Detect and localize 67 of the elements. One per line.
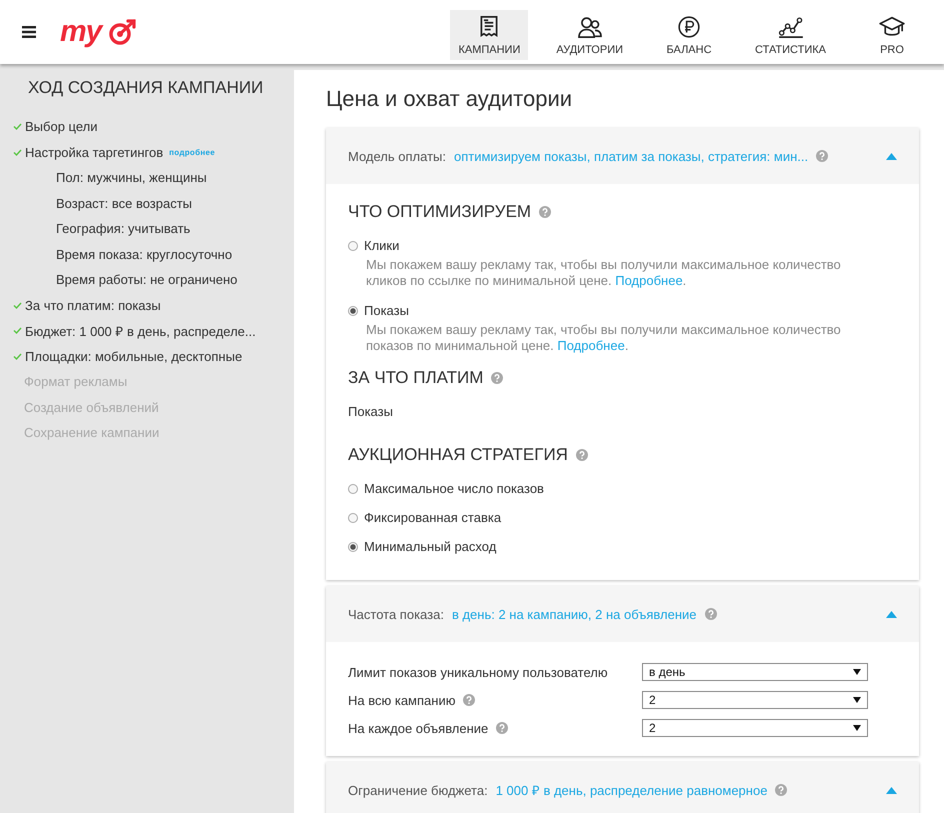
radio-button[interactable] <box>348 240 358 250</box>
targeting-summary: Пол: мужчины, женщины <box>55 169 208 187</box>
option-label: Показы <box>364 303 409 318</box>
radio-button[interactable] <box>348 484 358 494</box>
option-label: Минимальный расход <box>364 539 496 554</box>
option-description: Мы покажем вашу рекламу так, чтобы вы получили максимальное количество кликов по ссылке по минимальной цене. Подробнее. <box>366 257 842 289</box>
section-header[interactable]: Модель оплаты: оптимизируем показы, платим за показы, стратегия: мин... <box>326 128 919 184</box>
caret-icon <box>853 725 861 731</box>
option-description: Мы покажем вашу рекламу так, чтобы вы получили максимальное количество показов по минимальной цене. Подробнее. <box>366 322 842 354</box>
progress-step: Формат рекламы <box>24 374 128 390</box>
progress-step: Бюджет: 1 000 ₽ в день, распределе... <box>25 322 256 340</box>
option-label: Клики <box>364 238 400 253</box>
group-heading: ЗА ЧТО ПЛАТИМ <box>348 368 484 388</box>
target-icon <box>107 18 138 46</box>
radio-button[interactable] <box>348 512 358 522</box>
section-summary: 1 000 ₽ в день, распределение равномерное <box>496 782 768 799</box>
progress-step: Создание объявлений <box>24 400 159 415</box>
section-label: Ограничение бюджета: <box>348 782 488 798</box>
document-icon <box>478 16 500 38</box>
dropdown[interactable]: в день <box>642 663 868 681</box>
caret-icon[interactable] <box>886 152 897 160</box>
field-label: На каждое объявление <box>348 720 488 736</box>
help-icon[interactable] <box>539 206 552 218</box>
value-text: Показы <box>348 404 394 419</box>
people-icon <box>576 16 604 38</box>
menu-icon[interactable] <box>22 26 36 38</box>
graduation-cap-icon <box>877 16 907 38</box>
page-title: Цена и охват аудитории <box>326 86 574 112</box>
field-label: Лимит показов уникальному пользователю <box>348 664 608 680</box>
field-label: На всю кампанию <box>348 692 456 708</box>
help-icon[interactable] <box>816 150 828 162</box>
help-icon[interactable] <box>463 694 476 706</box>
logo[interactable]: my <box>60 17 102 47</box>
help-icon[interactable] <box>775 784 788 796</box>
caret-icon[interactable] <box>886 786 897 794</box>
targeting-summary: География: учитывать <box>55 220 192 238</box>
group-heading: АУКЦИОННАЯ СТРАТЕГИЯ <box>348 445 568 465</box>
dropdown[interactable]: 2 <box>642 719 868 737</box>
progress-step: Площадки: мобильные, десктопные <box>25 348 242 364</box>
section-header[interactable]: Частота показа: в день: 2 на кампанию, 2 на объявление <box>326 586 919 642</box>
option-label: Максимальное число показов <box>364 481 544 496</box>
radio-button[interactable] <box>348 306 358 316</box>
caret-icon <box>853 669 861 675</box>
section-label: Модель оплаты: <box>348 148 446 164</box>
help-icon[interactable] <box>704 608 716 620</box>
radio-button[interactable] <box>348 542 358 552</box>
sidebar-title: ХОД СОЗДАНИЯ КАМПАНИИ <box>28 78 264 98</box>
option-label: Фиксированная ставка <box>364 510 502 525</box>
progress-step: Сохранение кампании <box>24 425 160 440</box>
help-icon[interactable] <box>491 372 504 384</box>
targeting-summary: Время работы: не ограничено <box>55 271 238 289</box>
section-header[interactable]: Ограничение бюджета: 1 000 ₽ в день, распределение равномерное <box>326 762 919 813</box>
progress-step: Настройка таргетингов <box>25 144 164 160</box>
section-summary: оптимизируем показы, платим за показы, стратегия: мин... <box>454 148 808 164</box>
targeting-summary: Время показа: круглосуточно <box>55 246 234 264</box>
caret-icon[interactable] <box>886 610 897 618</box>
section-summary: в день: 2 на кампанию, 2 на объявление <box>452 606 696 622</box>
help-icon[interactable] <box>496 722 508 734</box>
progress-step: Выбор цели <box>25 119 98 134</box>
help-icon[interactable] <box>576 449 588 461</box>
dropdown[interactable]: 2 <box>642 691 868 709</box>
nav-tab[interactable]: КАМПАНИИ <box>450 10 528 60</box>
caret-icon <box>853 697 861 703</box>
section-label: Частота показа: <box>348 606 444 622</box>
targeting-summary: Возраст: все возрасты <box>55 194 194 213</box>
group-heading: ЧТО ОПТИМИЗИРУЕМ <box>348 202 532 222</box>
progress-step: За что платим: показы <box>25 298 161 313</box>
